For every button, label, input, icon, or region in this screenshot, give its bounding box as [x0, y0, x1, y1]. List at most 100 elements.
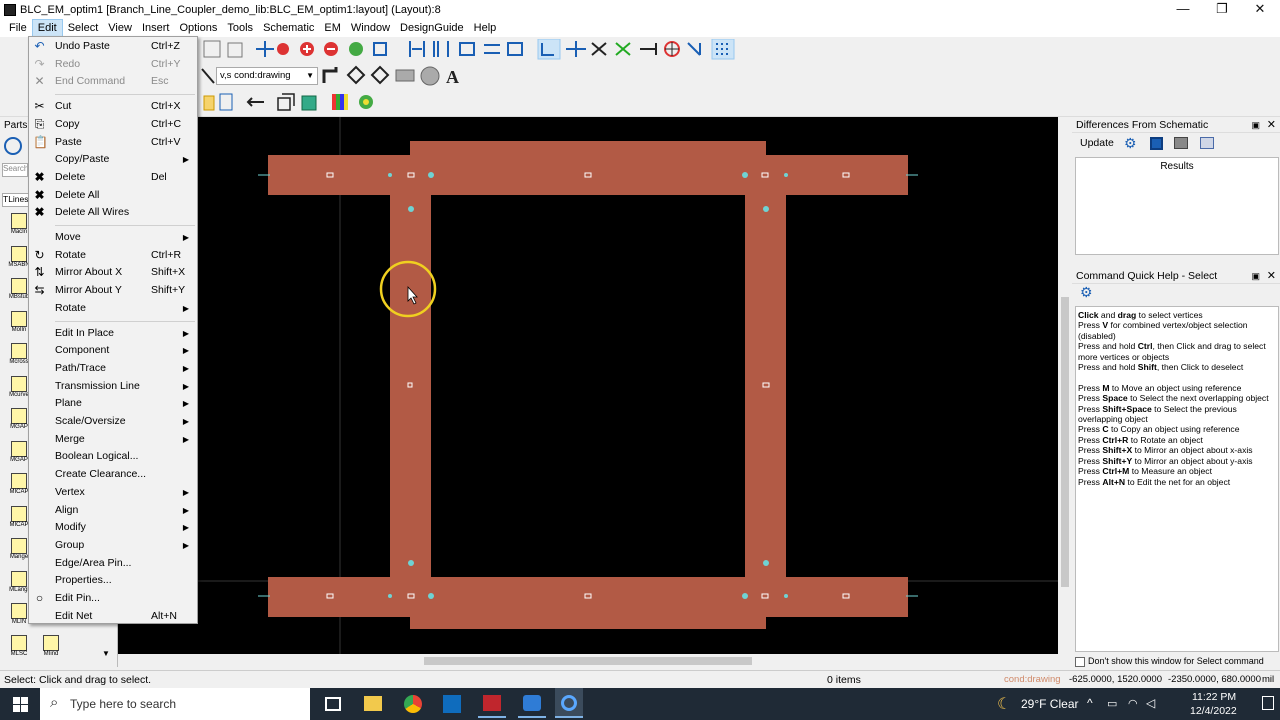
menu-help[interactable]: Help: [469, 19, 502, 37]
parts-search-input[interactable]: Search: [2, 163, 28, 177]
menu-item-cut[interactable]: ✂ Cut Ctrl+X: [29, 98, 197, 115]
menu-view[interactable]: View: [103, 19, 137, 37]
menu-item-plane[interactable]: Plane ▶: [29, 395, 197, 412]
menu-item-boolean-logical[interactable]: Boolean Logical...: [29, 448, 197, 465]
draw-toolbar-icons[interactable]: A: [198, 65, 478, 87]
windows-start-icon[interactable]: [13, 697, 28, 712]
library-select[interactable]: TLines: [2, 193, 30, 207]
menu-item-align[interactable]: Align ▶: [29, 502, 197, 519]
component-icon: [11, 603, 27, 619]
menu-item-delete-all[interactable]: ✖ Delete All: [29, 187, 197, 204]
history-icon[interactable]: [4, 137, 22, 155]
menu-item-transmission-line[interactable]: Transmission Line ▶: [29, 378, 197, 395]
menu-item-rotate[interactable]: ↻ Rotate Ctrl+R: [29, 247, 197, 264]
menu-item-vertex[interactable]: Vertex ▶: [29, 484, 197, 501]
menu-tools[interactable]: Tools: [222, 19, 258, 37]
close-icon[interactable]: ✕: [1267, 268, 1276, 284]
menu-insert[interactable]: Insert: [137, 19, 175, 37]
menu-item-copy-paste[interactable]: Copy/Paste ▶: [29, 151, 197, 168]
clock-time[interactable]: 11:22 PM: [1192, 691, 1236, 703]
menu-file[interactable]: File: [4, 19, 32, 37]
recorder-app-icon[interactable]: [555, 688, 583, 718]
task-view-icon[interactable]: [325, 697, 341, 711]
menu-item-properties[interactable]: Properties...: [29, 572, 197, 589]
menu-edit[interactable]: Edit: [31, 19, 63, 37]
main-toolbar-icons[interactable]: [198, 39, 748, 61]
table-icon[interactable]: [1200, 137, 1214, 149]
menu-item-delete-all-wires[interactable]: ✖ Delete All Wires: [29, 204, 197, 221]
menu-item-move[interactable]: Move ▶: [29, 229, 197, 246]
taskbar-search[interactable]: ⌕ Type here to search: [40, 688, 310, 720]
menu-item-group[interactable]: Group ▶: [29, 537, 197, 554]
close-button[interactable]: ✕: [1243, 0, 1277, 19]
menu-item-shortcut: Del: [151, 170, 167, 183]
gear-icon[interactable]: ⚙: [1124, 135, 1137, 152]
gear-icon[interactable]: ⚙: [1080, 284, 1093, 301]
menu-item-create-clearance[interactable]: Create Clearance...: [29, 466, 197, 483]
notifications-icon[interactable]: [1262, 696, 1274, 710]
outlook-icon[interactable]: [443, 695, 461, 713]
maximize-button[interactable]: ❐: [1205, 0, 1239, 19]
menu-item-edge-area-pin[interactable]: Edge/Area Pin...: [29, 555, 197, 572]
menu-item-edit-pin[interactable]: ○ Edit Pin...: [29, 590, 197, 607]
minimize-button[interactable]: —: [1166, 0, 1200, 19]
view-toolbar-icons[interactable]: [198, 92, 388, 114]
save-icon[interactable]: [1150, 137, 1163, 150]
moon-weather-icon[interactable]: ☾: [997, 694, 1011, 714]
menu-designguide[interactable]: DesignGuide: [395, 19, 469, 37]
chevron-down-icon[interactable]: ▼: [102, 649, 110, 658]
restore-icon[interactable]: ▣: [1251, 117, 1260, 133]
layout-drawing[interactable]: [118, 117, 1058, 654]
chrome-icon[interactable]: [404, 695, 422, 713]
help-line: [1078, 372, 1278, 382]
file-explorer-icon[interactable]: [364, 696, 382, 711]
title-bar: BLC_EM_optim1 [Branch_Line_Coupler_demo_…: [0, 0, 1280, 19]
help-segment: for combined vertex/object selection: [1108, 320, 1248, 331]
menu-item-shortcut: Ctrl+V: [151, 135, 181, 148]
close-icon[interactable]: ✕: [1267, 117, 1276, 133]
wifi-icon[interactable]: ◠: [1128, 697, 1138, 710]
menu-item-shortcut: Alt+N: [151, 609, 177, 622]
menu-item-shortcut: Esc: [151, 75, 169, 88]
layout-canvas[interactable]: [118, 117, 1058, 654]
menu-item-mirror-about-y[interactable]: ⇆ Mirror About Y Shift+Y: [29, 282, 197, 299]
menu-item-merge[interactable]: Merge ▶: [29, 431, 197, 448]
print-icon[interactable]: [1174, 137, 1188, 149]
scissors-icon: ✂: [34, 99, 45, 114]
update-button[interactable]: Update: [1080, 137, 1114, 149]
menu-item-rotate[interactable]: Rotate ▶: [29, 300, 197, 317]
tray-chevron-icon[interactable]: ^: [1087, 696, 1093, 710]
volume-icon[interactable]: ◁: [1146, 696, 1155, 710]
menu-item-path-trace[interactable]: Path/Trace ▶: [29, 360, 197, 377]
menu-item-copy[interactable]: ⎘ Copy Ctrl+C: [29, 116, 197, 133]
menu-options[interactable]: Options: [174, 19, 222, 37]
menu-item-undo-paste[interactable]: ↶ Undo Paste Ctrl+Z: [29, 38, 197, 55]
settings-app-icon[interactable]: [518, 688, 546, 718]
menu-item-paste[interactable]: 📋 Paste Ctrl+V: [29, 134, 197, 151]
menu-item-mirror-about-x[interactable]: ⇅ Mirror About X Shift+X: [29, 264, 197, 281]
menu-item-delete[interactable]: ✖ Delete Del: [29, 169, 197, 186]
svg-text:A: A: [446, 67, 459, 87]
menu-item-component[interactable]: Component ▶: [29, 342, 197, 359]
menu-item-scale-oversize[interactable]: Scale/Oversize ▶: [29, 413, 197, 430]
clock-date[interactable]: 12/4/2022: [1190, 705, 1237, 717]
ads-app-icon[interactable]: [478, 688, 506, 718]
menu-item-modify[interactable]: Modify ▶: [29, 519, 197, 536]
help-segment: to Copy an object using reference: [1108, 424, 1240, 435]
menu-window[interactable]: Window: [346, 19, 395, 37]
menu-schematic[interactable]: Schematic: [258, 19, 319, 37]
menu-item-label: Delete All Wires: [55, 206, 130, 219]
canvas-horizontal-scrollbar[interactable]: [118, 654, 1058, 668]
menu-em[interactable]: EM: [319, 19, 346, 37]
weather-text[interactable]: 29°F Clear: [1021, 697, 1079, 711]
menu-item-edit-in-place[interactable]: Edit In Place ▶: [29, 325, 197, 342]
help-segment: Shift+X: [1102, 445, 1133, 456]
canvas-vertical-scrollbar[interactable]: [1058, 117, 1072, 654]
menu-select[interactable]: Select: [63, 19, 104, 37]
menu-item-edit-net[interactable]: Edit Net Alt+N: [29, 608, 197, 625]
palette-item[interactable]: MIind: [36, 635, 66, 667]
network-icon[interactable]: ▭: [1107, 697, 1117, 710]
palette-item[interactable]: MLSC: [4, 635, 34, 667]
dont-show-checkbox[interactable]: [1075, 657, 1085, 667]
restore-icon[interactable]: ▣: [1251, 268, 1260, 284]
